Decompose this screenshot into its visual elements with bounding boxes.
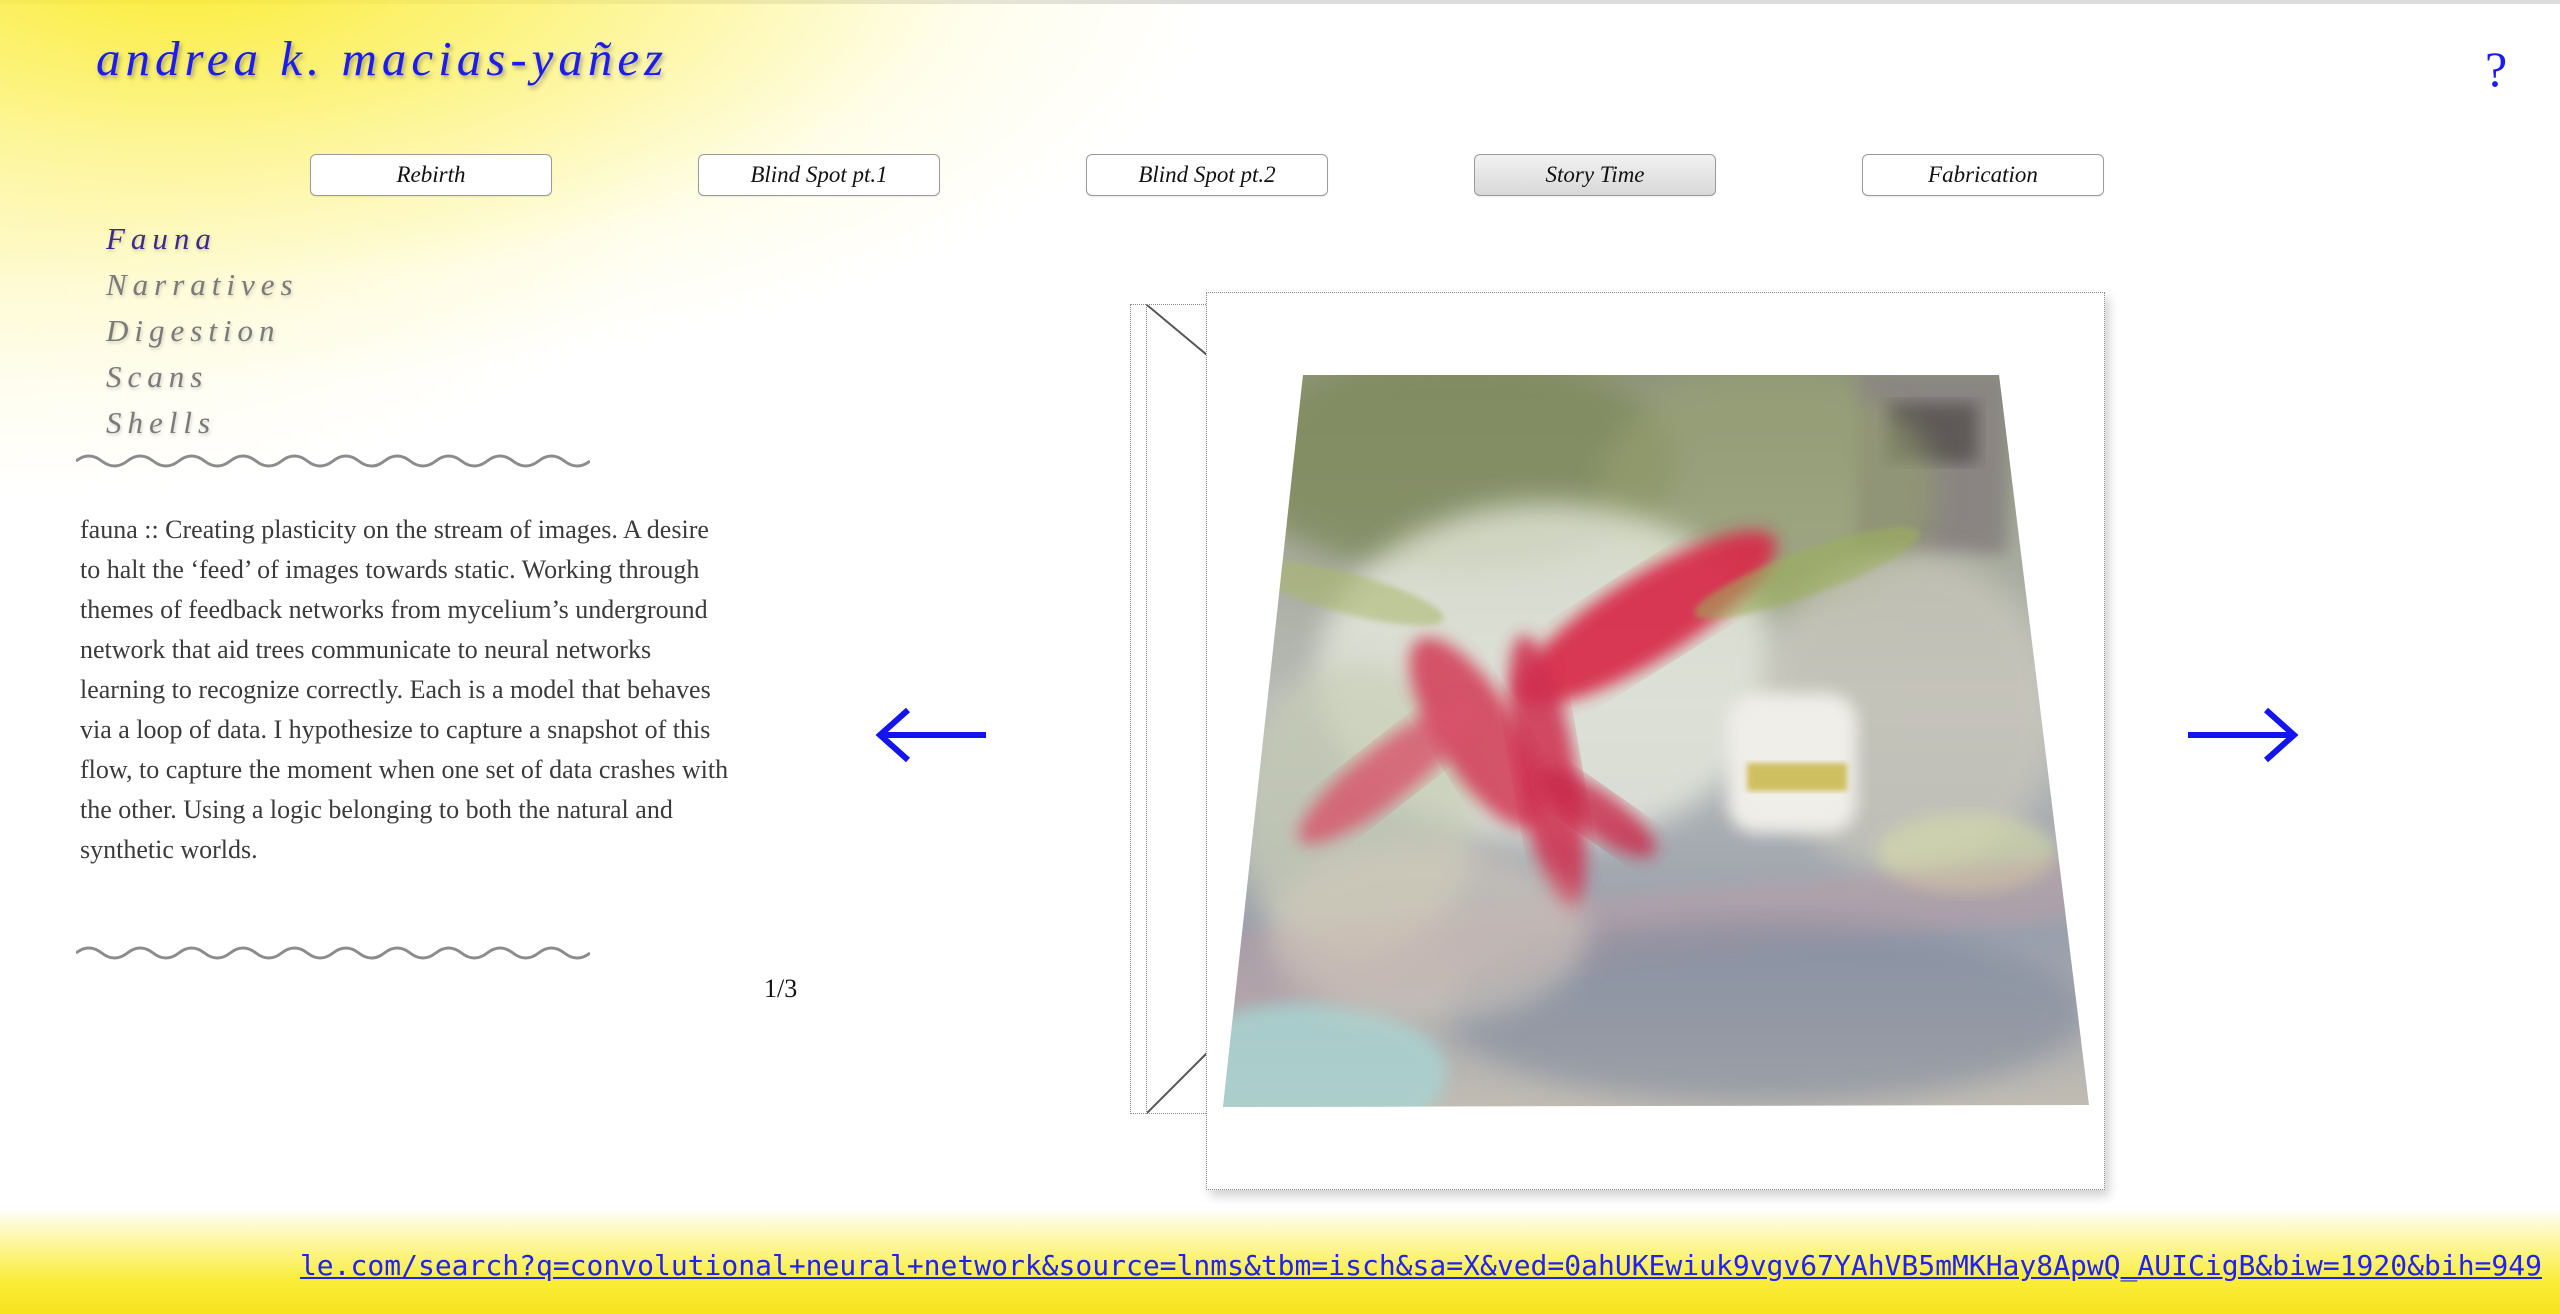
- project-description: fauna :: Creating plasticity on the stre…: [80, 515, 729, 864]
- tab-story-time[interactable]: Story Time: [1474, 154, 1716, 196]
- arrow-right-icon[interactable]: [2184, 700, 2304, 770]
- page: andrea k. macias-yañez ? Rebirth Blind S…: [0, 0, 2560, 1314]
- subnav-item-scans[interactable]: Scans: [106, 354, 299, 400]
- status-url-link[interactable]: le.com/search?q=convolutional+neural+net…: [300, 1249, 2542, 1282]
- help-link[interactable]: ?: [2485, 44, 2507, 94]
- stacked-slide-middle: [1146, 304, 1208, 1114]
- arrow-left-icon[interactable]: [870, 700, 990, 770]
- site-title[interactable]: andrea k. macias-yañez: [96, 30, 668, 87]
- top-border: [0, 0, 2560, 4]
- subnav-item-shells[interactable]: Shells: [106, 400, 299, 446]
- artwork-image: [1223, 375, 2089, 1107]
- subnav-item-narratives[interactable]: Narratives: [106, 262, 299, 308]
- wavy-divider-bottom: [76, 942, 590, 964]
- sub-navigation: Fauna Narratives Digestion Scans Shells: [106, 216, 299, 446]
- slide-counter: 1/3: [764, 974, 798, 1003]
- tab-blind-spot-pt2[interactable]: Blind Spot pt.2: [1086, 154, 1328, 196]
- wavy-divider-top: [76, 450, 590, 472]
- tab-blind-spot-pt1[interactable]: Blind Spot pt.1: [698, 154, 940, 196]
- gallery-image-frame[interactable]: [1206, 292, 2105, 1190]
- subnav-item-fauna[interactable]: Fauna: [106, 216, 299, 262]
- subnav-item-digestion[interactable]: Digestion: [106, 308, 299, 354]
- tab-rebirth[interactable]: Rebirth: [310, 154, 552, 196]
- tab-fabrication[interactable]: Fabrication: [1862, 154, 2104, 196]
- status-bar: le.com/search?q=convolutional+neural+net…: [0, 1208, 2560, 1314]
